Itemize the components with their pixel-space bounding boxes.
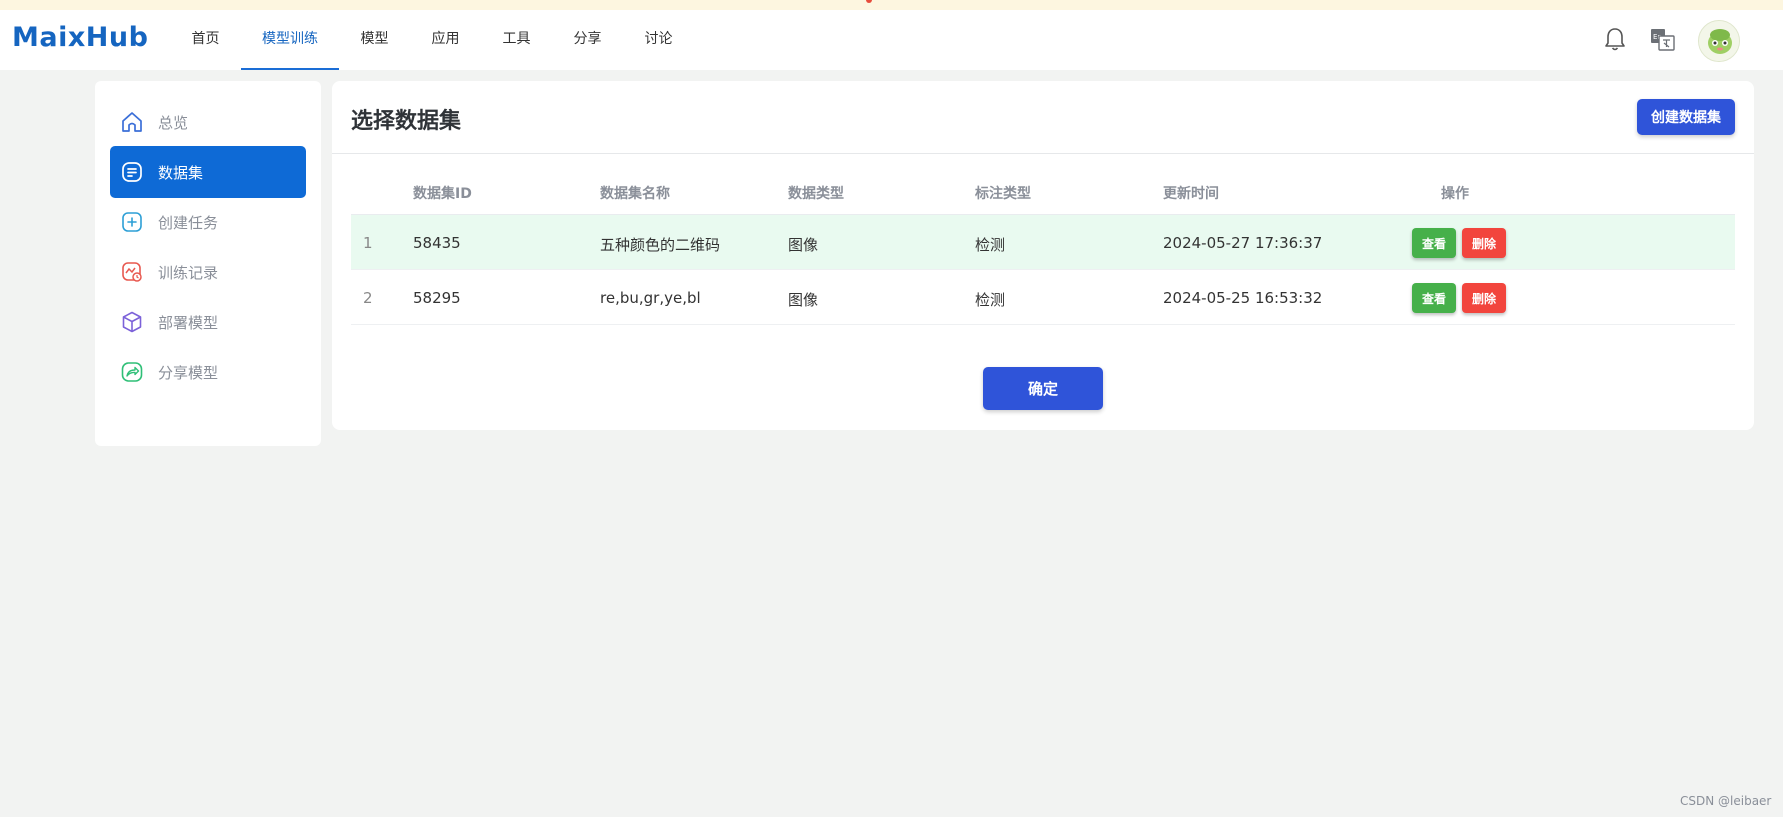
sidebar-item-training-records[interactable]: 训练记录 (110, 246, 306, 298)
dataset-name: re,bu,gr,ye,bl (600, 289, 701, 307)
nav-item-tools[interactable]: 工具 (481, 10, 552, 70)
cube-icon (119, 309, 145, 335)
watermark-text: CSDN @leibaer (1680, 794, 1772, 808)
page-title: 选择数据集 (351, 109, 462, 134)
delete-button[interactable]: 删除 (1462, 228, 1506, 258)
column-header-name[interactable]: 数据集名称 (600, 183, 670, 203)
share-icon (119, 359, 145, 385)
nav-item-home[interactable]: 首页 (170, 10, 241, 70)
table-row[interactable]: 1 58435 五种颜色的二维码 图像 检测 2024-05-27 17:36:… (351, 215, 1735, 270)
nav-item-models[interactable]: 模型 (339, 10, 410, 70)
sidebar-item-deploy-model[interactable]: 部署模型 (110, 296, 306, 348)
view-button[interactable]: 查看 (1412, 228, 1456, 258)
notice-marker (866, 0, 872, 3)
dataset-icon (119, 159, 145, 185)
dataset-name: 五种颜色的二维码 (600, 236, 721, 254)
column-header-data-type[interactable]: 数据类型 (788, 183, 844, 203)
table-header: 数据集ID 数据集名称 数据类型 标注类型 更新时间 操作 (351, 165, 1735, 215)
sidebar: 总览 数据集 创建任务 训练记录 部署模型 分享模型 (95, 81, 321, 446)
nav-item-share[interactable]: 分享 (552, 10, 623, 70)
column-header-id[interactable]: 数据集ID (413, 183, 472, 203)
dataset-id: 58295 (413, 289, 461, 307)
updated-time: 2024-05-25 16:53:32 (1163, 289, 1323, 307)
column-header-actions: 操作 (1441, 186, 1469, 202)
create-dataset-button[interactable]: 创建数据集 (1637, 99, 1735, 135)
sidebar-item-label: 总览 (158, 113, 189, 132)
plus-icon (119, 209, 145, 235)
column-header-label-type[interactable]: 标注类型 (975, 183, 1031, 203)
sidebar-item-datasets[interactable]: 数据集 (110, 146, 306, 198)
record-icon (119, 259, 145, 285)
dataset-id: 58435 (413, 234, 461, 252)
sidebar-item-create-task[interactable]: 创建任务 (110, 196, 306, 248)
label-type: 检测 (975, 291, 1006, 309)
data-type: 图像 (788, 291, 819, 309)
nav-item-apps[interactable]: 应用 (410, 10, 481, 70)
maixhub-logo[interactable]: MaixHub (12, 22, 148, 53)
card-divider (332, 153, 1754, 154)
top-header: MaixHub 首页 模型训练 模型 应用 工具 分享 讨论 En (0, 10, 1783, 70)
language-icon[interactable]: En (1650, 28, 1676, 52)
row-index: 1 (363, 234, 373, 252)
row-index: 2 (363, 289, 373, 307)
sidebar-item-label: 创建任务 (158, 213, 219, 232)
home-icon (119, 109, 145, 135)
table-row[interactable]: 2 58295 re,bu,gr,ye,bl 图像 检测 2024-05-25 … (351, 270, 1735, 325)
column-header-updated[interactable]: 更新时间 (1163, 183, 1219, 203)
confirm-button[interactable]: 确定 (983, 367, 1103, 410)
user-avatar[interactable] (1698, 20, 1740, 62)
main-nav: 首页 模型训练 模型 应用 工具 分享 讨论 (170, 10, 694, 70)
top-notice-strip (0, 0, 1783, 10)
sidebar-item-label: 数据集 (158, 163, 204, 182)
delete-button[interactable]: 删除 (1462, 283, 1506, 313)
updated-time: 2024-05-27 17:36:37 (1163, 234, 1323, 252)
dataset-select-card: 选择数据集 创建数据集 数据集ID 数据集名称 数据类型 标注类型 更新时间 操… (332, 81, 1754, 430)
label-type: 检测 (975, 236, 1006, 254)
sidebar-item-label: 部署模型 (158, 313, 219, 332)
data-type: 图像 (788, 236, 819, 254)
dataset-table: 数据集ID 数据集名称 数据类型 标注类型 更新时间 操作 1 58435 五种… (351, 165, 1735, 325)
sidebar-item-overview[interactable]: 总览 (110, 96, 306, 148)
sidebar-item-label: 分享模型 (158, 363, 219, 382)
bell-icon[interactable] (1603, 27, 1627, 53)
nav-item-discuss[interactable]: 讨论 (623, 10, 694, 70)
sidebar-item-share-model[interactable]: 分享模型 (110, 346, 306, 398)
sidebar-item-label: 训练记录 (158, 263, 219, 282)
view-button[interactable]: 查看 (1412, 283, 1456, 313)
nav-item-model-training[interactable]: 模型训练 (241, 10, 339, 70)
